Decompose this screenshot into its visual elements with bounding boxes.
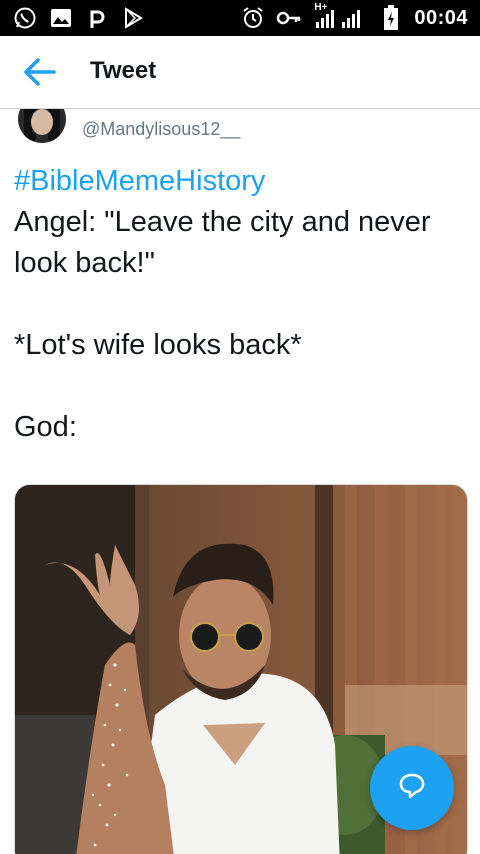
tweet-line: God:	[14, 411, 77, 443]
network-label: H+	[314, 2, 328, 13]
tweet-line: Angel: "Leave the city and never look ba…	[14, 206, 431, 279]
status-bar-left	[12, 5, 146, 31]
key-icon	[276, 5, 302, 31]
gallery-icon	[48, 5, 74, 31]
tweet-detail: @Mandylisous12__ #BibleMemeHistory Angel…	[0, 109, 480, 854]
hashtag-link[interactable]: #BibleMemeHistory	[14, 161, 470, 202]
signal-icon: H+	[312, 2, 368, 31]
status-bar-right: H+ 00:04	[240, 2, 468, 31]
status-clock: 00:04	[414, 6, 468, 29]
tweet-text: #BibleMemeHistory Angel: "Leave the city…	[14, 161, 470, 448]
arrow-left-icon[interactable]	[22, 56, 58, 88]
app-bar: Tweet	[0, 36, 480, 109]
alarm-icon	[240, 5, 266, 31]
battery-icon	[378, 5, 404, 31]
reply-bubble-icon	[396, 770, 428, 807]
whatsapp-icon	[12, 5, 38, 31]
status-bar: H+ 00:04	[0, 0, 480, 36]
p-icon	[84, 5, 110, 31]
avatar[interactable]	[18, 109, 66, 143]
play-store-icon	[120, 5, 146, 31]
tweet-line: *Lot's wife looks back*	[14, 329, 302, 361]
avatar-face	[31, 109, 53, 135]
reply-button[interactable]	[370, 746, 454, 830]
user-handle[interactable]: @Mandylisous12__	[82, 119, 240, 140]
page-title: Tweet	[90, 57, 157, 84]
